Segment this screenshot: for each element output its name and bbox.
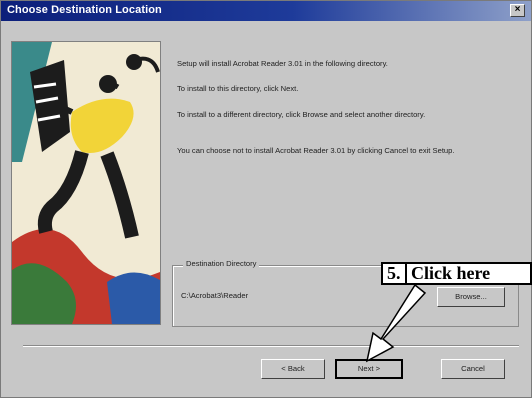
- step-number: 5.: [383, 264, 407, 283]
- instruction-line-4: You can choose not to install Acrobat Re…: [177, 146, 455, 155]
- window-title: Choose Destination Location: [7, 4, 162, 16]
- browse-button[interactable]: Browse...: [437, 287, 505, 307]
- back-button[interactable]: < Back: [261, 359, 325, 379]
- step-text: Click here: [411, 263, 491, 283]
- acrobat-illustration: [11, 41, 161, 325]
- setup-dialog: Choose Destination Location × Setup will…: [0, 0, 532, 398]
- instruction-line-2: To install to this directory, click Next…: [177, 84, 299, 93]
- arrow-pointer-icon: [365, 283, 427, 363]
- destination-path: C:\Acrobat3\Reader: [181, 291, 249, 300]
- close-icon[interactable]: ×: [510, 4, 525, 17]
- destination-group-label: Destination Directory: [183, 259, 260, 268]
- title-bar: Choose Destination Location ×: [1, 1, 531, 21]
- instruction-line-3: To install to a different directory, cli…: [177, 110, 426, 119]
- dancer-figure-icon: [12, 42, 160, 324]
- cancel-button[interactable]: Cancel: [441, 359, 505, 379]
- instruction-line-1: Setup will install Acrobat Reader 3.01 i…: [177, 59, 388, 68]
- separator: [23, 345, 519, 347]
- step-callout: 5. Click here: [381, 262, 532, 285]
